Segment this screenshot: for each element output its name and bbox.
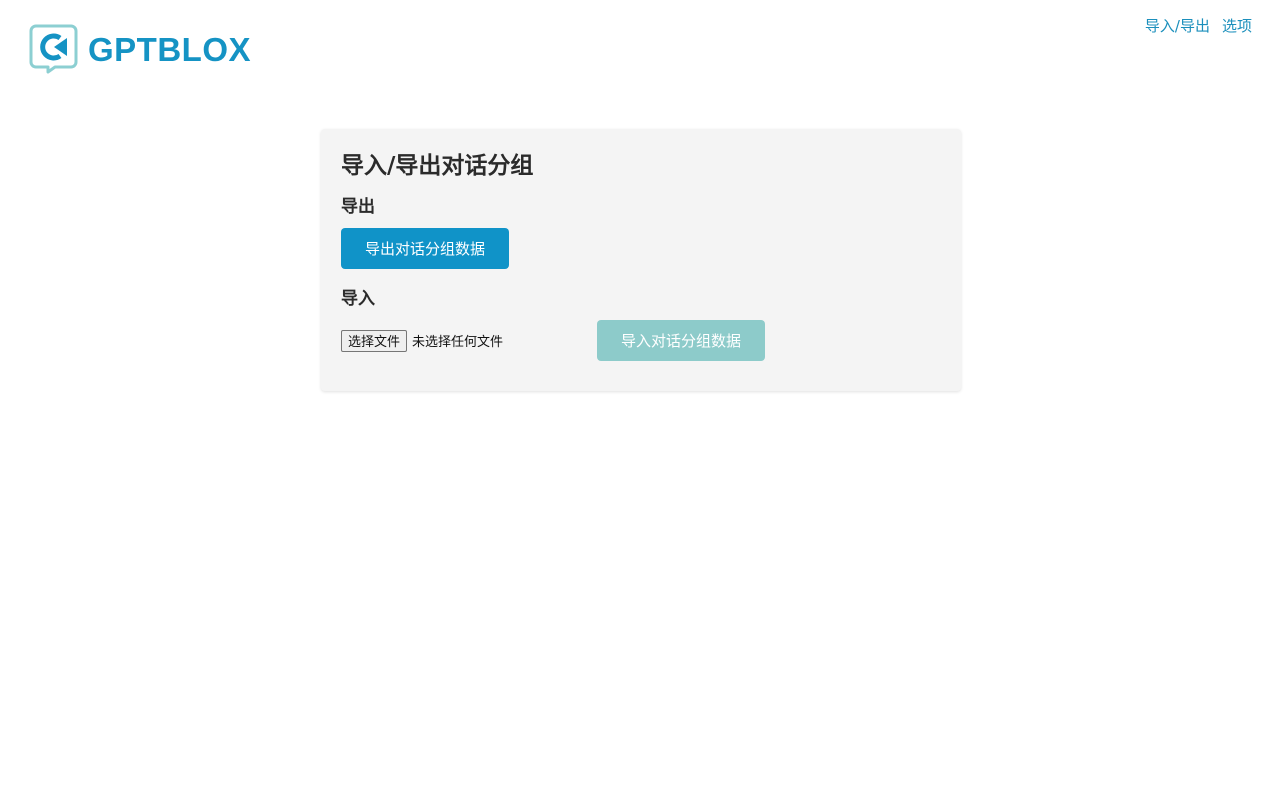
choose-file-button[interactable]: 选择文件 [341,329,408,352]
import-groups-button[interactable]: 导入对话分组数据 [597,320,765,361]
import-export-card: 导入/导出对话分组 导出 导出对话分组数据 导入 选择文件 未选择任何文件 导入… [321,129,961,391]
nav-options-link[interactable]: 选项 [1222,15,1252,36]
import-row: 选择文件 未选择任何文件 导入对话分组数据 [341,320,941,361]
app-header: GPTBLOX 导入/导出 选项 [0,0,1280,100]
file-status-text: 未选择任何文件 [412,335,504,350]
brand-name: GPTBLOX [88,30,252,68]
page-title: 导入/导出对话分组 [341,153,534,179]
file-picker: 选择文件 未选择任何文件 [341,329,597,352]
export-section: 导出 导出对话分组数据 [341,195,941,269]
chat-bubble-play-icon [29,24,78,74]
import-heading: 导入 [341,289,375,309]
import-section: 导入 选择文件 未选择任何文件 导入对话分组数据 [341,287,941,361]
brand-logo[interactable]: GPTBLOX [29,24,251,74]
top-nav: 导入/导出 选项 [1145,15,1252,36]
export-groups-button[interactable]: 导出对话分组数据 [341,228,509,269]
nav-import-export-link[interactable]: 导入/导出 [1145,15,1210,36]
export-heading: 导出 [341,197,375,217]
